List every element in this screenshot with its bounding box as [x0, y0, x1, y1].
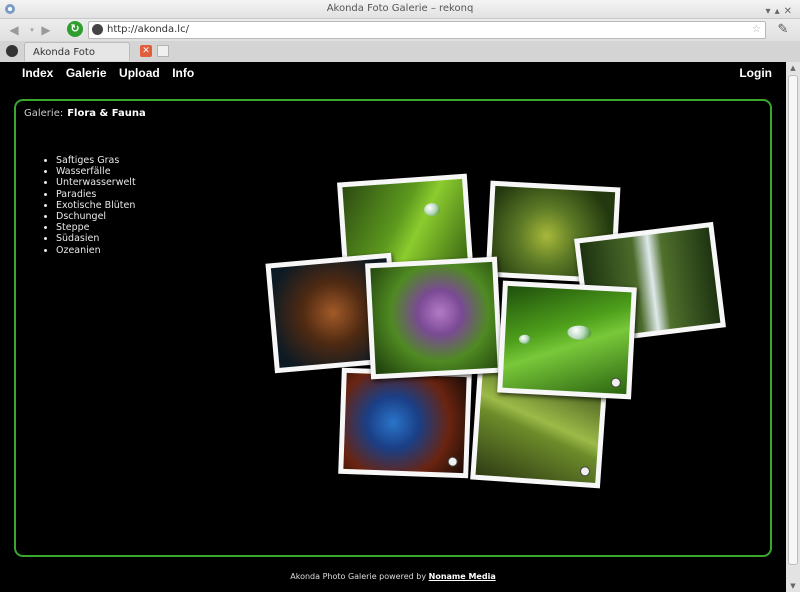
- scroll-thumb[interactable]: [788, 75, 798, 565]
- photo-image: [370, 261, 498, 375]
- url-input[interactable]: http://akonda.lc/: [107, 22, 189, 38]
- nav-galerie[interactable]: Galerie: [66, 66, 107, 80]
- photo-exotic-flowers[interactable]: [365, 256, 503, 380]
- wrench-icon[interactable]: ✎: [774, 21, 792, 39]
- category-list: Saftiges Gras Wasserfälle Unterwasserwel…: [42, 155, 136, 256]
- minimize-icon[interactable]: ▾: [766, 6, 775, 17]
- category-item[interactable]: Exotische Blüten: [56, 200, 136, 211]
- category-item[interactable]: Steppe: [56, 222, 136, 233]
- nav-info[interactable]: Info: [172, 66, 194, 80]
- site-globe-icon: [92, 24, 103, 35]
- scroll-down-icon[interactable]: ▼: [786, 580, 800, 592]
- nav-index[interactable]: Index: [22, 66, 53, 80]
- reload-icon[interactable]: ↻: [67, 21, 83, 37]
- top-navigation: Index Galerie Upload Info: [22, 66, 203, 80]
- tab-site-icon: [6, 45, 18, 57]
- photo-info-icon[interactable]: [610, 377, 622, 388]
- window-titlebar: Akonda Foto Galerie – rekonq ▾▴✕: [0, 0, 800, 19]
- photo-info-icon[interactable]: [579, 465, 591, 477]
- breadcrumb-label: Galerie:: [24, 108, 64, 119]
- bookmark-star-icon[interactable]: ☆: [752, 22, 761, 38]
- photo-leaf-droplets[interactable]: [497, 280, 637, 400]
- footer-text: Akonda Photo Galerie powered by: [290, 572, 427, 581]
- tab-akonda[interactable]: Akonda Foto Galerie: [24, 42, 130, 77]
- category-item[interactable]: Ozeanien: [56, 245, 136, 256]
- category-item[interactable]: Paradies: [56, 189, 136, 200]
- close-icon[interactable]: ✕: [784, 6, 796, 17]
- photo-image: [342, 178, 468, 268]
- maximize-icon[interactable]: ▴: [775, 6, 784, 17]
- address-bar[interactable]: http://akonda.lc/ ☆: [88, 21, 766, 39]
- window-title: Akonda Foto Galerie – rekonq: [326, 3, 474, 14]
- window-menu-icon[interactable]: [4, 3, 16, 15]
- tab-close-icon[interactable]: ✕: [140, 45, 152, 57]
- breadcrumb: Galerie: Flora & Fauna: [24, 108, 146, 119]
- photo-image: [502, 285, 632, 395]
- category-item[interactable]: Wasserfälle: [56, 166, 136, 177]
- photo-image: [343, 372, 467, 474]
- photo-mandarin-fish[interactable]: [338, 367, 472, 479]
- category-item[interactable]: Unterwasserwelt: [56, 177, 136, 188]
- back-icon[interactable]: ◀: [6, 22, 22, 38]
- category-item[interactable]: Dschungel: [56, 211, 136, 222]
- browser-toolbar: ◀ ▾ ▶ ↻ http://akonda.lc/ ☆ ✎: [0, 19, 800, 41]
- photo-info-icon[interactable]: [447, 456, 458, 467]
- login-link[interactable]: Login: [739, 66, 772, 80]
- vertical-scrollbar[interactable]: ▲ ▼: [786, 62, 800, 592]
- page-content: Index Galerie Upload Info Login Galerie:…: [0, 62, 786, 592]
- tab-bar: Akonda Foto Galerie ✕: [0, 41, 800, 77]
- footer-link[interactable]: Noname Media: [429, 572, 496, 581]
- breadcrumb-current: Flora & Fauna: [67, 108, 146, 119]
- scroll-up-icon[interactable]: ▲: [786, 62, 800, 74]
- page-footer: Akonda Photo Galerie powered by Noname M…: [0, 572, 786, 581]
- nav-upload[interactable]: Upload: [119, 66, 160, 80]
- new-tab-icon[interactable]: [157, 45, 169, 57]
- category-item[interactable]: Südasien: [56, 233, 136, 244]
- category-item[interactable]: Saftiges Gras: [56, 155, 136, 166]
- forward-icon[interactable]: ▶: [38, 22, 54, 38]
